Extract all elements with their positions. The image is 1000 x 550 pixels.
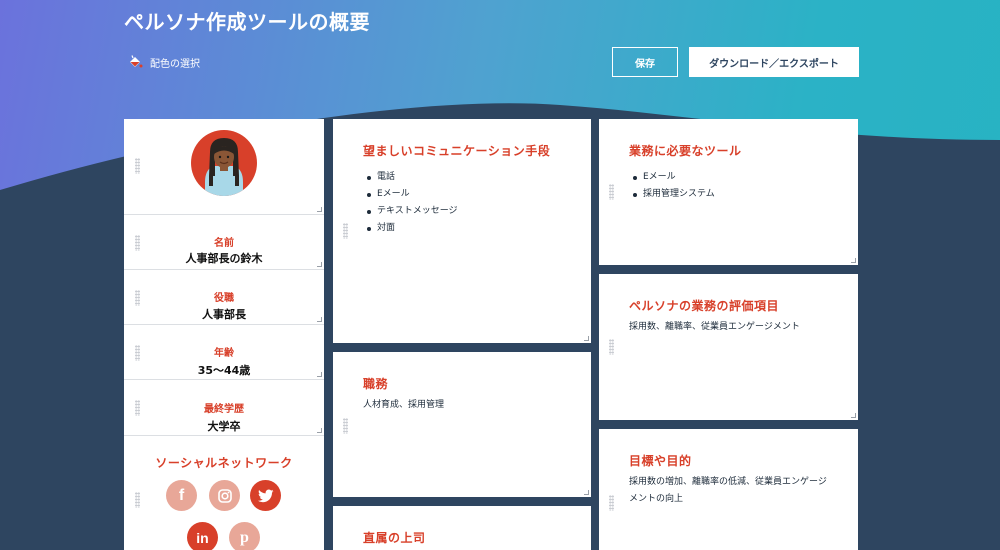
drag-handle-icon[interactable] <box>135 492 140 508</box>
profile-card: 名前 人事部長の鈴木 役職 人事部長 年齢 35〜44歳 最終学歴 大学卒 ソー… <box>124 119 324 550</box>
field-value: 35〜44歳 <box>197 364 251 377</box>
list-item: 採用管理システム <box>633 186 715 203</box>
field-value: 人事部長の鈴木 <box>185 252 263 265</box>
card-communication[interactable]: 望ましいコミュニケーション手段 電話 Eメール テキストメッセージ 対面 <box>333 119 591 343</box>
profile-field-age[interactable]: 年齢 35〜44歳 <box>124 325 324 380</box>
list-item: テキストメッセージ <box>367 203 458 220</box>
resize-handle-icon[interactable] <box>317 262 322 267</box>
list-item: 電話 <box>367 169 458 186</box>
color-picker-label: 配色の選択 <box>150 59 200 70</box>
twitter-icon[interactable] <box>250 480 281 511</box>
linkedin-icon[interactable]: in <box>187 522 218 550</box>
drag-handle-icon[interactable] <box>343 418 348 434</box>
card-title: 望ましいコミュニケーション手段 <box>363 144 551 158</box>
avatar[interactable] <box>191 130 257 196</box>
field-label: 年齢 <box>214 348 234 359</box>
paint-bucket-icon <box>127 54 144 71</box>
card-title: 職務 <box>363 377 389 391</box>
resize-handle-icon[interactable] <box>584 490 589 495</box>
color-picker[interactable]: 配色の選択 <box>127 54 200 71</box>
resize-handle-icon[interactable] <box>317 317 322 322</box>
resize-handle-icon[interactable] <box>317 372 322 377</box>
pinterest-icon[interactable]: p <box>229 522 260 550</box>
field-label: 名前 <box>214 238 234 249</box>
resize-handle-icon[interactable] <box>584 336 589 341</box>
drag-handle-icon[interactable] <box>135 158 140 174</box>
instagram-icon[interactable] <box>209 480 240 511</box>
card-title: 目標や目的 <box>629 454 692 468</box>
card-title: 直属の上司 <box>363 531 426 545</box>
download-export-button[interactable]: ダウンロード／エクスポート <box>689 47 859 77</box>
card-title: ペルソナの業務の評価項目 <box>629 299 780 313</box>
communication-list: 電話 Eメール テキストメッセージ 対面 <box>367 169 458 237</box>
tools-list: Eメール 採用管理システム <box>633 169 715 203</box>
resize-handle-icon[interactable] <box>851 413 856 418</box>
field-label: 最終学歴 <box>204 404 244 415</box>
list-item: Eメール <box>633 169 715 186</box>
facebook-icon[interactable]: f <box>166 480 197 511</box>
profile-field-title[interactable]: 役職 人事部長 <box>124 270 324 325</box>
field-label: 役職 <box>214 293 234 304</box>
avatar-section <box>124 119 324 215</box>
card-text: 採用数、離職率、従業員エンゲージメント <box>629 322 800 332</box>
save-button[interactable]: 保存 <box>612 47 678 77</box>
card-tools[interactable]: 業務に必要なツール Eメール 採用管理システム <box>599 119 858 265</box>
resize-handle-icon[interactable] <box>317 428 322 433</box>
resize-handle-icon[interactable] <box>317 207 322 212</box>
field-value: 大学卒 <box>207 420 241 433</box>
page-title: ペルソナ作成ツールの概要 <box>124 10 370 34</box>
card-evaluation[interactable]: ペルソナの業務の評価項目 採用数、離職率、従業員エンゲージメント <box>599 274 858 420</box>
profile-field-name[interactable]: 名前 人事部長の鈴木 <box>124 215 324 270</box>
field-value: 人事部長 <box>202 308 246 321</box>
card-text: 人材育成、採用管理 <box>363 400 445 410</box>
list-item: Eメール <box>367 186 458 203</box>
card-title: 業務に必要なツール <box>629 144 742 158</box>
card-boss[interactable]: 直属の上司 <box>333 506 591 550</box>
profile-field-education[interactable]: 最終学歴 大学卒 <box>124 380 324 436</box>
social-title: ソーシャルネットワーク <box>155 456 293 470</box>
drag-handle-icon[interactable] <box>609 339 614 355</box>
card-duties[interactable]: 職務 人材育成、採用管理 <box>333 352 591 497</box>
list-item: 対面 <box>367 220 458 237</box>
drag-handle-icon[interactable] <box>609 495 614 511</box>
drag-handle-icon[interactable] <box>609 184 614 200</box>
card-goals[interactable]: 目標や目的 採用数の増加、離職率の低減、従業員エンゲージメントの向上 <box>599 429 858 550</box>
resize-handle-icon[interactable] <box>851 258 856 263</box>
card-text: 採用数の増加、離職率の低減、従業員エンゲージメントの向上 <box>629 477 827 504</box>
drag-handle-icon[interactable] <box>343 223 348 239</box>
